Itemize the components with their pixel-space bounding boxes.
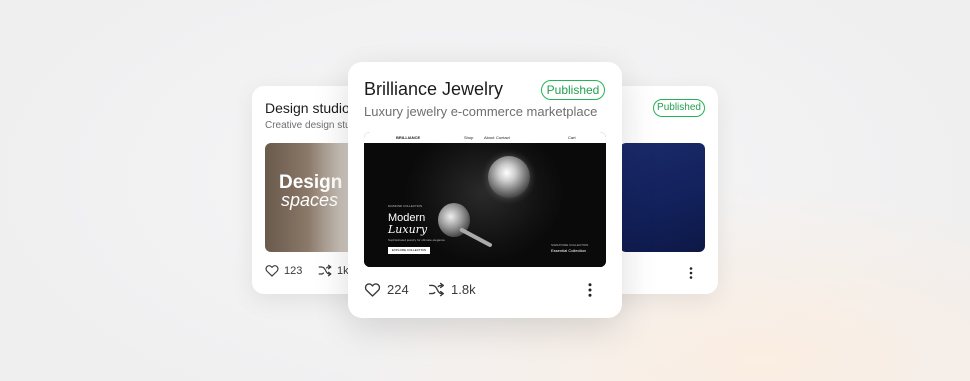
project-card-brilliance-jewelry[interactable]: Brilliance Jewelry Published Luxury jewe… [348,62,622,318]
card-title: Design studio [265,100,350,116]
status-badge: Published [653,99,705,117]
more-button[interactable] [689,266,693,284]
like-count: 123 [284,264,303,277]
thumbnail-cta: EXPLORE COLLECTION [388,247,430,254]
like-button[interactable]: 123 [265,264,302,277]
thumbnail-nav-item: About [484,135,495,140]
card-subtitle: Luxury jewelry e-commerce marketplace [364,104,598,119]
remix-button[interactable]: 1k [318,264,349,277]
more-vertical-icon [689,266,693,283]
thumbnail-right-eyebrow: SIGNATURE COLLECTION [551,243,589,247]
card-title: Brilliance Jewelry [364,79,504,99]
card-thumbnail[interactable]: BRILLIANCE Shop About Contact Cart DIAMO… [364,132,606,267]
more-button[interactable] [588,283,592,302]
shuffle-icon [318,264,332,277]
remix-count: 1.8k [451,282,476,297]
thumbnail-cart: Cart [568,135,576,140]
thumbnail-nav-item: Contact [496,135,510,140]
more-vertical-icon [588,283,592,301]
diamond-image [488,156,530,198]
thumbnail-eyebrow: DIAMOND COLLECTION [388,204,423,208]
thumbnail-tagline: Sophisticated jewelry for ultimate elega… [388,238,445,242]
card-thumbnail[interactable] [620,143,705,252]
thumbnail-subheadline: spaces [281,190,339,210]
heart-icon [265,264,279,277]
heart-icon [364,282,381,297]
like-count: 224 [387,282,409,297]
ring-band [459,227,493,248]
shuffle-icon [428,282,445,297]
thumbnail-hero: DIAMOND COLLECTION Modern Luxury Sophist… [364,143,606,267]
status-badge: Published [541,80,605,100]
thumbnail-right-title: Essential Collection [551,248,586,253]
like-button[interactable]: 224 [364,282,409,297]
thumbnail-navbar: BRILLIANCE Shop About Contact Cart [364,132,606,143]
thumbnail-headline-italic: Luxury [388,223,428,236]
remix-count: 1k [337,264,349,277]
remix-button[interactable]: 1.8k [428,282,476,297]
thumbnail-brand: BRILLIANCE [396,135,421,140]
thumbnail-nav-item: Shop [464,135,474,140]
